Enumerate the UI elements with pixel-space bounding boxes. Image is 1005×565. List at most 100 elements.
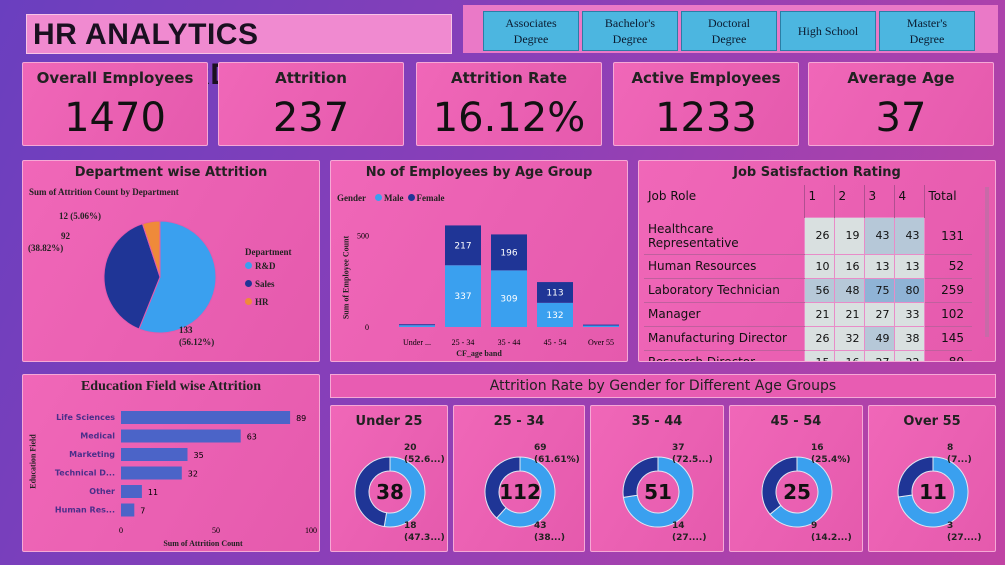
- x-tick-label: 25 - 34: [452, 338, 475, 347]
- rating-cell: 43: [863, 217, 895, 255]
- donut-label-bottom: 9: [811, 521, 817, 531]
- kpi-label: Average Age: [847, 69, 955, 87]
- rating-cell: 56: [803, 277, 835, 303]
- slicer-doctoral-degree[interactable]: Doctoral Degree: [681, 11, 777, 51]
- legend-item[interactable]: Sales: [245, 279, 276, 289]
- y-tick-label: 500: [357, 231, 369, 240]
- donut-card: Over 55 11 8 (7...) 3 (27....): [868, 405, 996, 552]
- edu-bar[interactable]: [121, 448, 188, 461]
- donut-label-top-pct: (61.61%): [534, 455, 580, 465]
- table-row[interactable]: Research Director 15 16 27 22 80: [644, 349, 972, 361]
- bar-data-label: 7: [140, 507, 145, 516]
- table-header-cell[interactable]: Total: [923, 185, 972, 218]
- donut-label-bottom-pct: (27....): [947, 533, 981, 543]
- education-field-panel: Education Field wise Attrition Education…: [22, 374, 320, 552]
- bar-male[interactable]: [583, 325, 619, 327]
- bar-female[interactable]: [399, 324, 435, 326]
- edu-bar[interactable]: [121, 503, 135, 517]
- table-scrollbar[interactable]: [985, 187, 989, 337]
- table-row[interactable]: Laboratory Technician 56 48 75 80 259: [644, 277, 972, 303]
- donut-label-top: 20: [404, 443, 417, 453]
- slicer-masters-degree[interactable]: Master's Degree: [879, 11, 975, 51]
- pie-label-sales-pct: (38.82%): [28, 243, 64, 253]
- table-header-cell[interactable]: 1: [803, 185, 834, 218]
- donut-chart[interactable]: 38 20 (52.6...) 18 (47.3...): [331, 406, 449, 553]
- donut-label-top-pct: (7...): [947, 455, 972, 465]
- edu-bar[interactable]: [121, 411, 291, 424]
- slicer-associates-degree[interactable]: Associates Degree: [483, 11, 579, 51]
- total-cell: 131: [924, 217, 972, 255]
- education-bar-chart[interactable]: Life Sciences 89 Medical 63 Marketing 35 Techn…: [23, 375, 321, 553]
- rating-cell: 19: [833, 217, 865, 255]
- rating-cell: 16: [833, 253, 865, 279]
- job-satisfaction-table: Job Role 1 2 3 4 Total Healthcare Representati…: [644, 185, 972, 361]
- bar-data-label: 196: [500, 248, 517, 258]
- donut-label-top-pct: (72.5...): [672, 455, 713, 465]
- table-header-cell[interactable]: 4: [893, 185, 924, 218]
- table-header-cell[interactable]: 3: [863, 185, 894, 218]
- slicer-bachelors-degree[interactable]: Bachelor's Degree: [582, 11, 678, 51]
- edu-bar[interactable]: [121, 429, 241, 443]
- x-tick-label: 0: [119, 526, 123, 535]
- slicer-high-school[interactable]: High School: [780, 11, 876, 51]
- donut-label-bottom-pct: (38...): [534, 533, 565, 543]
- kpi-label: Overall Employees: [36, 69, 194, 87]
- legend-item[interactable]: R&D: [245, 261, 276, 271]
- edu-bar[interactable]: [121, 466, 182, 480]
- donut-card: 35 - 44 51 37 (72.5...) 14 (27....): [590, 405, 724, 552]
- table-row[interactable]: Manager 21 21 27 33 102: [644, 301, 972, 327]
- rating-cell: 13: [893, 253, 925, 279]
- total-cell: 145: [924, 326, 972, 351]
- rating-cell: 32: [833, 325, 865, 351]
- donut-chart[interactable]: 112 69 (61.61%) 43 (38...): [454, 406, 586, 553]
- table-row[interactable]: Human Resources 10 16 13 13 52: [644, 253, 972, 279]
- kpi-label: Attrition Rate: [450, 69, 568, 87]
- rating-cell: 48: [833, 277, 865, 303]
- donut-card: 25 - 34 112 69 (61.61%) 43 (38...): [453, 405, 585, 552]
- panel-title: Job Satisfaction Rating: [733, 165, 901, 180]
- dept-pie-chart[interactable]: [23, 161, 321, 363]
- pie-legend: R&D Sales HR: [245, 261, 276, 315]
- kpi-label: Active Employees: [631, 69, 781, 87]
- donut-label-top: 69: [534, 443, 547, 453]
- age-group-bar-chart[interactable]: 0 500 Under ... 337 217 25 - 34 309 196 35 - 44 1…: [331, 161, 629, 363]
- rating-cell: 49: [863, 325, 895, 351]
- bar-female[interactable]: [583, 324, 619, 326]
- rating-cell: 22: [893, 349, 925, 361]
- donut-label-bottom-pct: (14.2...): [811, 533, 852, 543]
- kpi-value: 1233: [655, 95, 757, 141]
- donut-label-bottom: 43: [534, 521, 547, 531]
- bar-data-label: 11: [148, 488, 158, 497]
- rating-cell: 21: [803, 301, 835, 327]
- donut-center-value: 11: [919, 480, 947, 504]
- rating-cell: 75: [863, 277, 895, 303]
- table-header-cell[interactable]: Job Role: [644, 185, 804, 218]
- kpi-attrition: Attrition 237: [218, 62, 404, 146]
- bar-data-label: 89: [296, 414, 306, 423]
- pie-label-rd-pct: (56.12%): [179, 337, 215, 347]
- donut-label-bottom: 14: [672, 521, 685, 531]
- bar-male[interactable]: [399, 325, 435, 327]
- edu-bar[interactable]: [121, 485, 142, 498]
- pie-label-sales-value: 92: [61, 231, 70, 241]
- kpi-label: Attrition: [275, 69, 347, 87]
- donut-chart[interactable]: 11 8 (7...) 3 (27....): [869, 406, 997, 553]
- job-satisfaction-table-wrap: Job Role 1 2 3 4 Total Healthcare Representati…: [644, 185, 974, 361]
- donut-chart[interactable]: 51 37 (72.5...) 14 (27....): [591, 406, 725, 553]
- x-tick-label: Over 55: [588, 338, 614, 347]
- job-role-cell: Research Director: [644, 350, 804, 361]
- pie-label-hr: 12 (5.06%): [59, 211, 101, 221]
- table-row[interactable]: Manufacturing Director 26 32 49 38 145: [644, 325, 972, 351]
- table-row[interactable]: Healthcare Representative 26 19 43 43 131: [644, 217, 972, 255]
- donut-card: 45 - 54 25 16 (25.4%) 9 (14.2...): [729, 405, 863, 552]
- donut-chart[interactable]: 25 16 (25.4%) 9 (14.2...): [730, 406, 864, 553]
- legend-item[interactable]: HR: [245, 297, 276, 307]
- donut-label-bottom-pct: (47.3...): [404, 533, 445, 543]
- bar-data-label: 63: [247, 433, 257, 442]
- y-tick-label: Medical: [80, 432, 115, 441]
- table-header-cell[interactable]: 2: [833, 185, 864, 218]
- kpi-average-age: Average Age 37: [808, 62, 994, 146]
- y-tick-label: Other: [89, 487, 115, 496]
- donut-label-top: 16: [811, 443, 824, 453]
- kpi-value: 37: [875, 95, 927, 141]
